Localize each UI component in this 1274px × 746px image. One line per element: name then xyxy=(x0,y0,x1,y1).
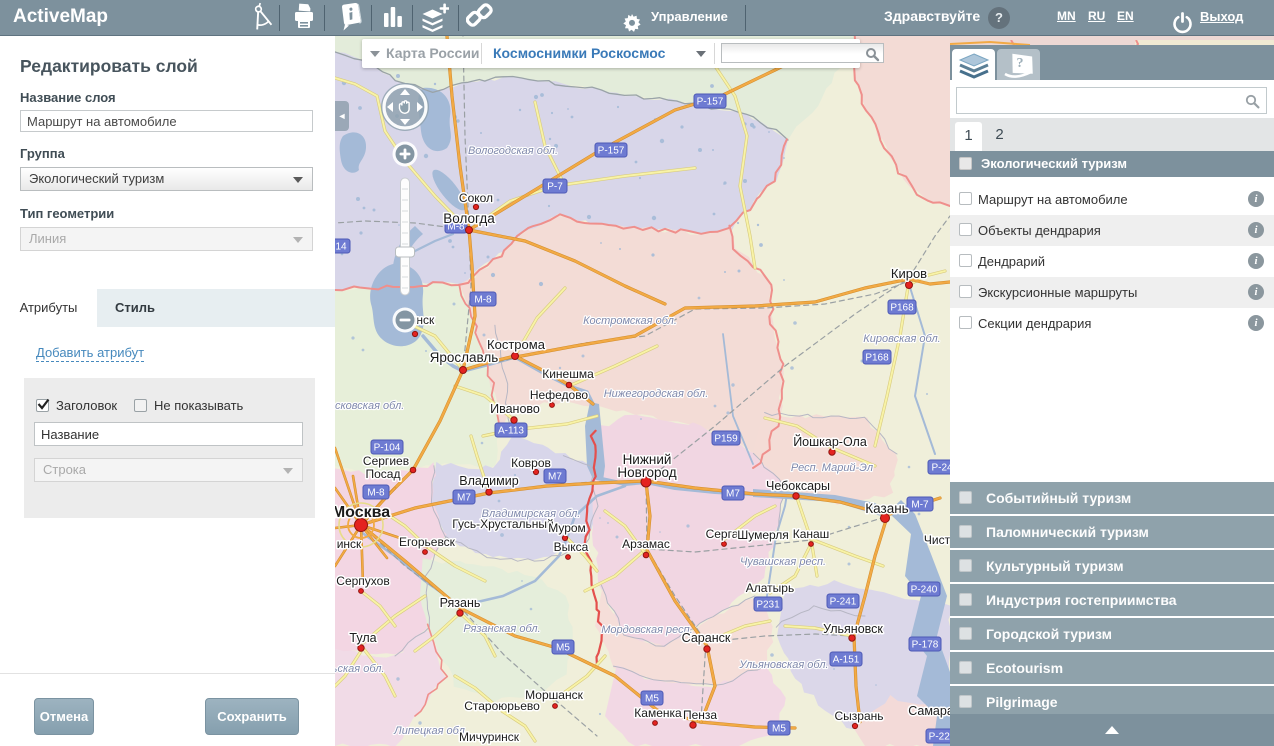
svg-text:Кинешма: Кинешма xyxy=(542,367,594,381)
svg-text:Чувашская респ.: Чувашская респ. xyxy=(740,556,826,568)
svg-text:М7: М7 xyxy=(726,489,740,500)
svg-text:Саранск: Саранск xyxy=(682,631,731,645)
svg-text:Московская обл.: Московская обл. xyxy=(335,400,404,412)
svg-text:Р168: Р168 xyxy=(890,303,914,314)
svg-text:Арзамас: Арзамас xyxy=(622,537,670,551)
svg-text:М5: М5 xyxy=(645,694,659,705)
svg-text:14: 14 xyxy=(335,242,347,253)
svg-text:Чист: Чист xyxy=(924,533,950,547)
svg-text:льская обл.: льская обл. xyxy=(335,663,385,675)
svg-text:Сергиев: Сергиев xyxy=(363,454,409,468)
svg-text:Рязанская обл.: Рязанская обл. xyxy=(463,623,540,635)
svg-text:Староюрьево: Староюрьево xyxy=(464,699,540,713)
svg-text:Москва: Москва xyxy=(335,504,390,521)
svg-text:Р168: Р168 xyxy=(865,353,889,364)
svg-text:Р-157: Р-157 xyxy=(697,97,724,108)
svg-text:Чебоксары: Чебоксары xyxy=(766,479,830,493)
svg-text:Шумерля: Шумерля xyxy=(737,528,789,542)
svg-text:А-151: А-151 xyxy=(833,655,860,666)
svg-text:М-7: М-7 xyxy=(911,500,929,511)
svg-text:Сызрань: Сызрань xyxy=(834,709,883,723)
svg-text:Выкса: Выкса xyxy=(554,540,589,554)
svg-text:Владимир: Владимир xyxy=(459,474,518,488)
svg-text:Иваново: Иваново xyxy=(490,402,540,416)
svg-text:Р-24: Р-24 xyxy=(931,463,950,474)
svg-text:Новгород: Новгород xyxy=(617,465,676,480)
svg-text:Респ. Марий-Эл: Респ. Марий-Эл xyxy=(791,462,873,474)
svg-text:Рязань: Рязань xyxy=(440,596,481,610)
svg-text:Егорьевск: Егорьевск xyxy=(399,535,456,549)
svg-text:Нефедово: Нефедово xyxy=(530,388,589,402)
svg-text:Р-7: Р-7 xyxy=(547,182,563,193)
svg-text:Канаш: Канаш xyxy=(793,527,830,541)
svg-text:Р-228: Р-228 xyxy=(929,732,950,743)
svg-text:Р-178: Р-178 xyxy=(912,640,939,651)
svg-text:Муром: Муром xyxy=(548,521,586,535)
svg-text:инск: инск xyxy=(337,537,362,551)
svg-text:Р-241: Р-241 xyxy=(830,597,857,608)
svg-text:Нижегородская обл.: Нижегородская обл. xyxy=(604,388,709,400)
svg-text:Ульяновская обл.: Ульяновская обл. xyxy=(738,659,828,671)
svg-text:М-8: М-8 xyxy=(474,295,492,306)
svg-text:Р-240: Р-240 xyxy=(911,585,938,596)
svg-text:Вологодская обл.: Вологодская обл. xyxy=(468,145,558,157)
svg-text:Мордовская респ.: Мордовская респ. xyxy=(601,624,693,636)
svg-text:М5: М5 xyxy=(772,724,786,735)
svg-text:Пенза: Пенза xyxy=(683,708,717,722)
svg-text:?: ? xyxy=(1017,56,1024,71)
svg-text:Каменка: Каменка xyxy=(634,706,682,720)
svg-text:Р-157: Р-157 xyxy=(598,146,625,157)
svg-text:Ярославль: Ярославль xyxy=(430,350,499,365)
svg-text:Костромская обл.: Костромская обл. xyxy=(583,315,677,327)
svg-text:Р-104: Р-104 xyxy=(374,443,401,454)
svg-text:Сокол: Сокол xyxy=(459,191,493,205)
svg-text:Кострома: Кострома xyxy=(487,337,546,352)
svg-text:Кировская обл.: Кировская обл. xyxy=(863,333,940,345)
svg-text:М7: М7 xyxy=(457,493,471,504)
svg-text:Казань: Казань xyxy=(865,501,908,516)
svg-text:Гусь-Хрустальный: Гусь-Хрустальный xyxy=(452,517,553,531)
svg-text:Липецкая обл.: Липецкая обл. xyxy=(393,725,468,737)
svg-text:Посад: Посад xyxy=(366,467,401,481)
svg-text:Ульяновск: Ульяновск xyxy=(823,622,883,636)
svg-text:Алатырь: Алатырь xyxy=(746,581,794,595)
svg-text:Ковров: Ковров xyxy=(511,456,551,470)
svg-text:Серпухов: Серпухов xyxy=(336,574,389,588)
svg-text:Р159: Р159 xyxy=(714,434,738,445)
svg-text:А-113: А-113 xyxy=(498,426,524,437)
svg-text:М7: М7 xyxy=(548,472,562,483)
svg-text:Р231: Р231 xyxy=(756,600,780,611)
svg-text:Мичуринск: Мичуринск xyxy=(459,730,520,744)
svg-text:Самара: Самара xyxy=(908,704,950,718)
svg-text:М5: М5 xyxy=(556,643,570,654)
svg-text:Киров: Киров xyxy=(891,266,927,281)
svg-text:Вологда: Вологда xyxy=(443,211,495,226)
svg-text:Йошкар-Ола: Йошкар-Ола xyxy=(793,434,867,449)
svg-text:М-8: М-8 xyxy=(367,488,385,499)
svg-text:Тула: Тула xyxy=(349,631,376,645)
